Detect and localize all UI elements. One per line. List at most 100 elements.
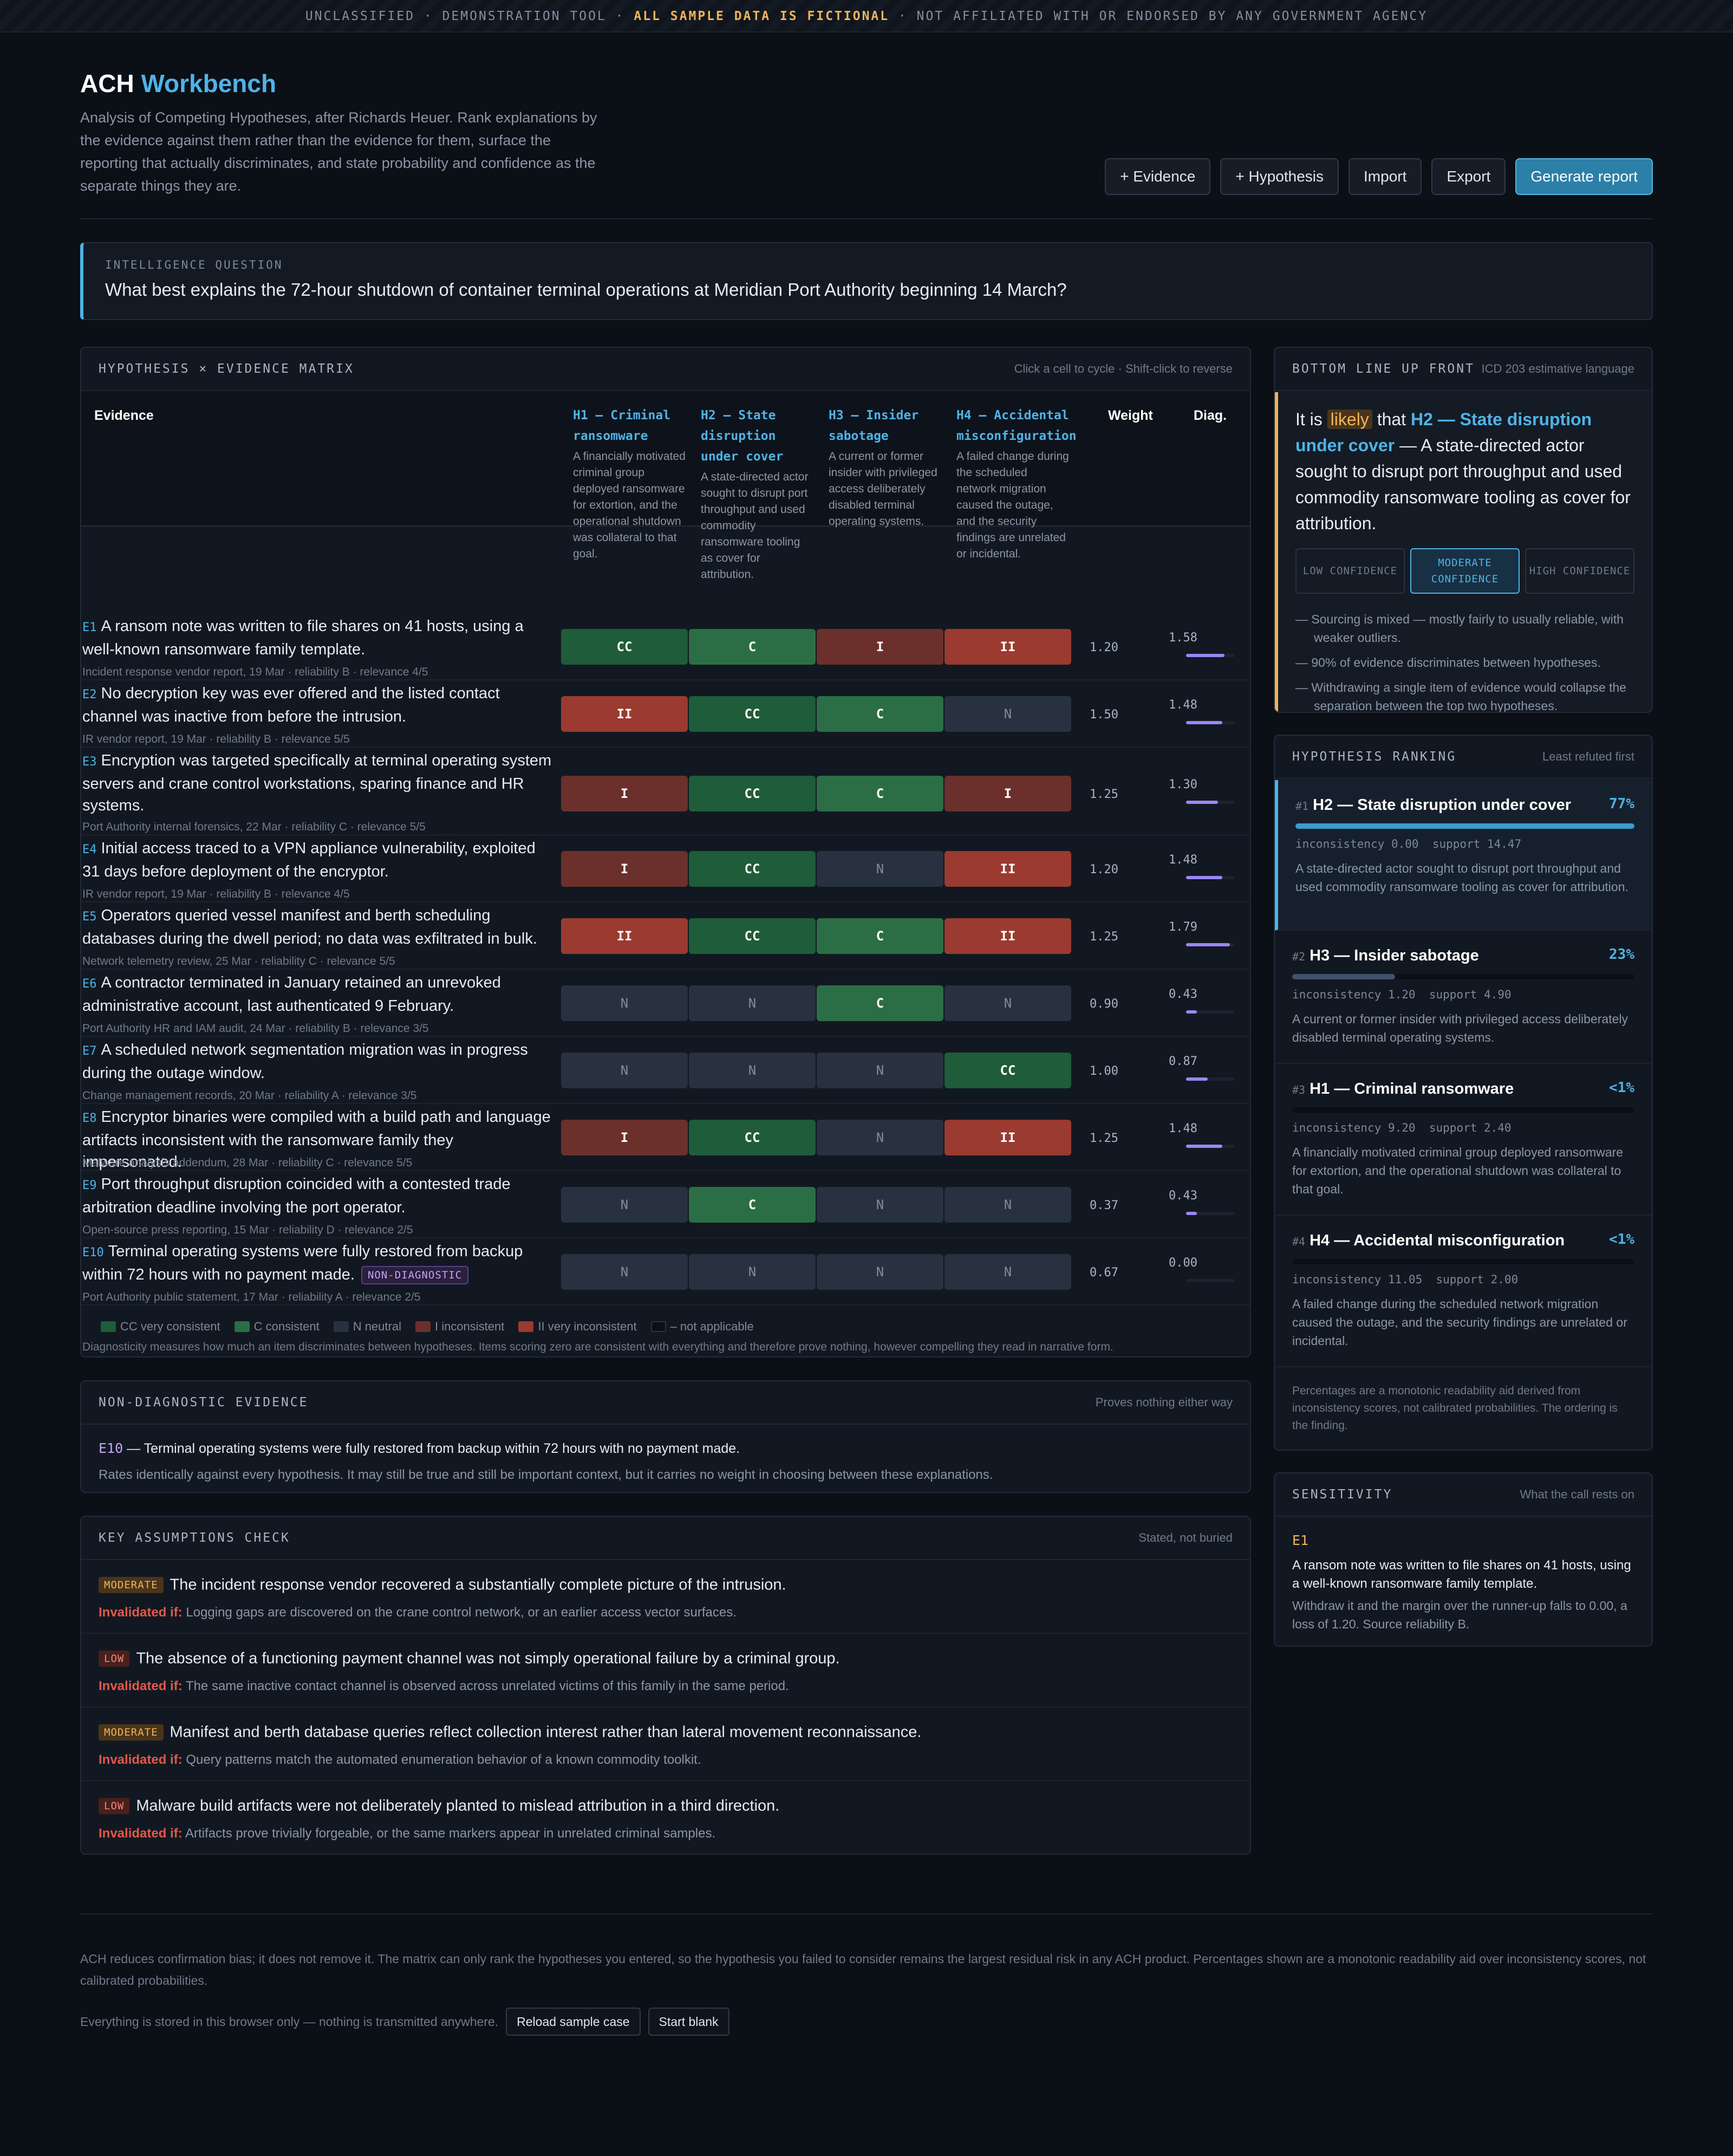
rating-cell-h1[interactable]: N xyxy=(561,1187,688,1223)
rating-cell-h4[interactable]: N xyxy=(944,985,1071,1021)
assumption-item[interactable]: MODERATE Manifest and berth database quer… xyxy=(81,1707,1250,1781)
ranking-item[interactable]: #3 H1 — Criminal ransomware <1% inconsisten… xyxy=(1275,1064,1652,1216)
rating-cell-h1[interactable]: II xyxy=(561,696,688,732)
sensitivity-evidence-id[interactable]: E1 xyxy=(1292,1531,1634,1550)
rating-cell-h3[interactable]: C xyxy=(817,696,943,732)
legend-item: – not applicable xyxy=(650,1319,754,1335)
rating-cell-h2[interactable]: CC xyxy=(689,776,816,811)
rating-cell-h2[interactable]: N xyxy=(689,985,816,1021)
ranking-stats: inconsistency 9.20 support 2.40 xyxy=(1292,1121,1512,1134)
evidence-row[interactable]: E1 A ransom note was written to file shar… xyxy=(81,613,1250,680)
rating-cell-h3[interactable]: N xyxy=(817,1053,943,1088)
sensitivity-evidence-text: A ransom note was written to file shares… xyxy=(1292,1558,1631,1591)
col-h3[interactable]: H3 — Insider sabotage A current or former… xyxy=(829,405,942,530)
add-evidence-button[interactable]: + Evidence xyxy=(1105,158,1211,195)
evidence-weight[interactable]: 1.25 xyxy=(1090,1131,1118,1147)
rating-cell-h3[interactable]: C xyxy=(817,776,943,811)
rating-cell-h2[interactable]: C xyxy=(689,629,816,665)
evidence-weight[interactable]: 0.67 xyxy=(1090,1265,1118,1282)
question-text[interactable]: What best explains the 72-hour shutdown … xyxy=(105,277,1630,302)
ranking-item[interactable]: #1 H2 — State disruption under cover 77% in… xyxy=(1275,780,1652,931)
rating-cell-h2[interactable]: C xyxy=(689,1187,816,1223)
rating-cell-h1[interactable]: I xyxy=(561,1120,688,1155)
bluf-panel: BOTTOM LINE UP FRONT ICD 203 estimative l… xyxy=(1274,347,1653,713)
rating-cell-h3[interactable]: N xyxy=(817,851,943,887)
evidence-weight[interactable]: 1.50 xyxy=(1090,707,1118,724)
legend-item: CC very consistent xyxy=(101,1319,220,1335)
rating-cell-h1[interactable]: N xyxy=(561,1254,688,1290)
confidence-moderate[interactable]: MODERATE CONFIDENCE xyxy=(1410,548,1520,594)
rating-cell-h1[interactable]: N xyxy=(561,985,688,1021)
evidence-row[interactable]: E2 No decryption key was ever offered and… xyxy=(81,680,1250,748)
rating-cell-h1[interactable]: I xyxy=(561,776,688,811)
evidence-row[interactable]: E6 A contractor terminated in January ret… xyxy=(81,970,1250,1037)
rating-cell-h2[interactable]: CC xyxy=(689,851,816,887)
confidence-low[interactable]: LOW CONFIDENCE xyxy=(1295,548,1405,594)
nondiag-item[interactable]: E10 — Terminal operating systems were fu… xyxy=(99,1439,1233,1458)
evidence-weight[interactable]: 1.25 xyxy=(1090,929,1118,946)
col-h1[interactable]: H1 — Criminal ransomware A financially mo… xyxy=(573,405,687,562)
ranking-item[interactable]: #4 H4 — Accidental misconfiguration <1% inc… xyxy=(1275,1216,1652,1367)
rating-cell-h3[interactable]: C xyxy=(817,985,943,1021)
rating-cell-h3[interactable]: N xyxy=(817,1120,943,1155)
diagnosticity-value: 1.30 xyxy=(1169,778,1197,791)
rating-cell-h4[interactable]: I xyxy=(944,776,1071,811)
rating-cell-h4[interactable]: II xyxy=(944,629,1071,665)
evidence-row[interactable]: E9 Port throughput disruption coincided w… xyxy=(81,1171,1250,1238)
rating-cell-h2[interactable]: CC xyxy=(689,696,816,732)
rating-cell-h4[interactable]: II xyxy=(944,851,1071,887)
evidence-weight[interactable]: 1.25 xyxy=(1090,787,1118,803)
rating-cell-h3[interactable]: I xyxy=(817,629,943,665)
diagnosticity-bar xyxy=(1186,721,1235,724)
assumption-invalidation: Invalidated if: Query patterns match the… xyxy=(99,1752,701,1767)
rating-cell-h2[interactable]: N xyxy=(689,1053,816,1088)
diagnosticity-value: 1.48 xyxy=(1169,853,1197,867)
rating-cell-h3[interactable]: N xyxy=(817,1187,943,1223)
rating-cell-h1[interactable]: I xyxy=(561,851,688,887)
rating-cell-h4[interactable]: N xyxy=(944,696,1071,732)
col-h2[interactable]: H2 — State disruption under cover A state… xyxy=(701,405,815,583)
rating-cell-h2[interactable]: CC xyxy=(689,918,816,954)
evidence-weight[interactable]: 0.37 xyxy=(1090,1198,1118,1215)
evidence-text: E4 Initial access traced to a VPN applian… xyxy=(82,840,536,880)
rating-cell-h1[interactable]: N xyxy=(561,1053,688,1088)
evidence-weight[interactable]: 0.90 xyxy=(1090,996,1118,1013)
rating-cell-h3[interactable]: N xyxy=(817,1254,943,1290)
import-button[interactable]: Import xyxy=(1348,158,1422,195)
rating-cell-h4[interactable]: CC xyxy=(944,1053,1071,1088)
assumption-item[interactable]: LOW Malware build artifacts were not deli… xyxy=(81,1781,1250,1854)
evidence-row[interactable]: E8 Encryptor binaries were compiled with … xyxy=(81,1104,1250,1171)
rating-cell-h3[interactable]: C xyxy=(817,918,943,954)
evidence-weight[interactable]: 1.20 xyxy=(1090,862,1118,879)
reload-sample-button[interactable]: Reload sample case xyxy=(506,2008,641,2036)
evidence-row[interactable]: E7 A scheduled network segmentation migra… xyxy=(81,1037,1250,1104)
ranking-item[interactable]: #2 H3 — Insider sabotage 23% inconsistency … xyxy=(1275,931,1652,1064)
confidence-high[interactable]: HIGH CONFIDENCE xyxy=(1525,548,1634,594)
add-hypothesis-button[interactable]: + Hypothesis xyxy=(1220,158,1339,195)
rating-cell-h4[interactable]: II xyxy=(944,918,1071,954)
rating-cell-h2[interactable]: CC xyxy=(689,1120,816,1155)
col-h4[interactable]: H4 — Accidental misconfiguration A failed… xyxy=(956,405,1077,562)
rating-cell-h4[interactable]: N xyxy=(944,1187,1071,1223)
assumption-level-badge: LOW xyxy=(99,1797,130,1814)
rating-cell-h1[interactable]: II xyxy=(561,918,688,954)
assumption-item[interactable]: MODERATE The incident response vendor rec… xyxy=(81,1560,1250,1634)
evidence-source: Port Authority HR and IAM audit, 24 Mar … xyxy=(82,1022,429,1035)
rating-cell-h4[interactable]: II xyxy=(944,1120,1071,1155)
export-button[interactable]: Export xyxy=(1431,158,1506,195)
generate-report-button[interactable]: Generate report xyxy=(1515,158,1653,195)
evidence-row[interactable]: E10 Terminal operating systems were fully… xyxy=(81,1238,1250,1306)
assumption-invalidation: Invalidated if: Logging gaps are discove… xyxy=(99,1605,737,1620)
rating-cell-h2[interactable]: N xyxy=(689,1254,816,1290)
evidence-row[interactable]: E5 Operators queried vessel manifest and … xyxy=(81,902,1250,970)
assumption-item[interactable]: LOW The absence of a functioning payment … xyxy=(81,1634,1250,1707)
evidence-row[interactable]: E4 Initial access traced to a VPN applian… xyxy=(81,835,1250,902)
assumption-text: Manifest and berth database queries refl… xyxy=(170,1723,922,1741)
diagnosticity-bar xyxy=(1186,654,1235,657)
rating-cell-h4[interactable]: N xyxy=(944,1254,1071,1290)
evidence-row[interactable]: E3 Encryption was targeted specifically a… xyxy=(81,748,1250,835)
start-blank-button[interactable]: Start blank xyxy=(648,2008,729,2036)
evidence-weight[interactable]: 1.00 xyxy=(1090,1063,1118,1080)
rating-cell-h1[interactable]: CC xyxy=(561,629,688,665)
evidence-weight[interactable]: 1.20 xyxy=(1090,640,1118,657)
